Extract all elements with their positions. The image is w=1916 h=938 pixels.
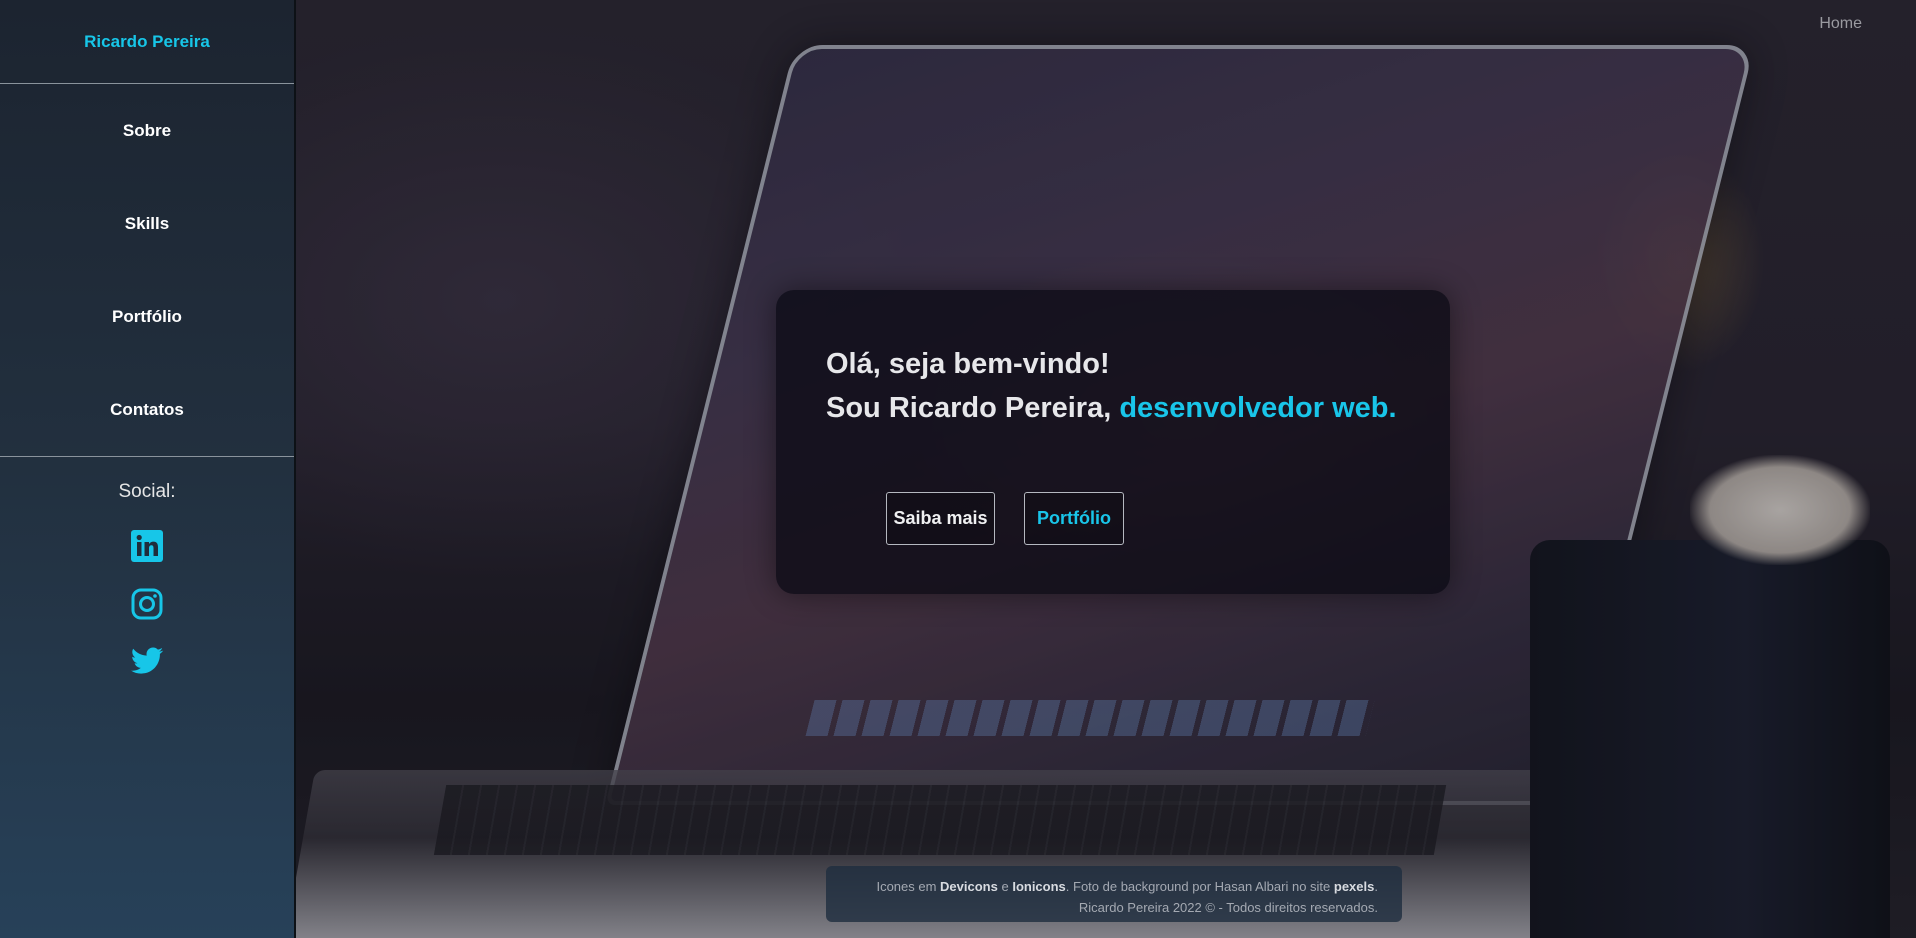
portfolio-button[interactable]: Portfólio — [1024, 492, 1124, 545]
nav-item-skills[interactable]: Skills — [0, 177, 294, 270]
footer-text-4: . — [1374, 879, 1378, 894]
sidebar-nav: Sobre Skills Portfólio Contatos — [0, 84, 294, 457]
saiba-mais-button[interactable]: Saiba mais — [886, 492, 995, 545]
sidebar: Ricardo Pereira Sobre Skills Portfólio C… — [0, 0, 296, 938]
hero-card: Olá, seja bem-vindo! Sou Ricardo Pereira… — [776, 290, 1450, 594]
nav-item-sobre[interactable]: Sobre — [0, 84, 294, 177]
footer-credits: Icones em Devicons e Ionicons. Foto de b… — [826, 876, 1378, 897]
footer-text-1: Icones em — [876, 879, 941, 894]
hero-line-1: Olá, seja bem-vindo! — [826, 348, 1110, 380]
ionicons-link[interactable]: Ionicons — [1012, 879, 1065, 894]
footer-text-3: . Foto de background por Hasan Albari no… — [1065, 879, 1334, 894]
social-label: Social: — [118, 481, 176, 502]
footer: Icones em Devicons e Ionicons. Foto de b… — [826, 866, 1402, 922]
hero-role: desenvolvedor web. — [1119, 392, 1397, 424]
hero-greeting: Olá, seja bem-vindo! Sou Ricardo Pereira… — [826, 342, 1397, 430]
nav-item-portfolio[interactable]: Portfólio — [0, 270, 294, 363]
twitter-icon[interactable] — [130, 645, 164, 679]
devicons-link[interactable]: Devicons — [940, 879, 998, 894]
footer-copyright: Ricardo Pereira 2022 © - Todos direitos … — [1078, 900, 1378, 915]
hero-line-2: Sou Ricardo Pereira, desenvolvedor web. — [826, 386, 1397, 430]
brand-name[interactable]: Ricardo Pereira — [0, 0, 294, 84]
instagram-icon[interactable] — [130, 587, 164, 621]
linkedin-icon[interactable] — [130, 529, 164, 563]
nav-item-contatos[interactable]: Contatos — [0, 363, 294, 456]
hero-line-2-prefix: Sou Ricardo Pereira, — [826, 392, 1120, 424]
home-link[interactable]: Home — [1819, 15, 1862, 33]
pexels-link[interactable]: pexels — [1334, 879, 1374, 894]
footer-text-2: e — [997, 879, 1013, 894]
social-icons — [130, 529, 164, 679]
